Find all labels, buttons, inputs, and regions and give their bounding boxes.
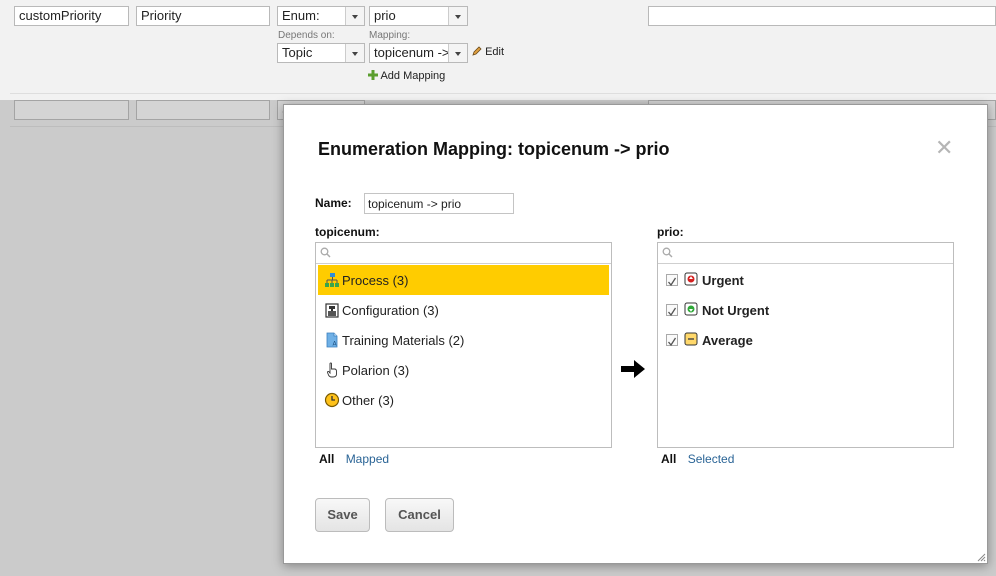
enum-select[interactable]: prio: [369, 6, 468, 26]
list-item-urgent[interactable]: Urgent: [660, 265, 951, 295]
list-item-polarion[interactable]: Polarion (3): [318, 355, 609, 385]
list-item-label: Not Urgent: [702, 302, 770, 318]
mapping-label: Mapping:: [369, 30, 411, 41]
checkbox-average[interactable]: [666, 334, 678, 347]
depends-on-label: Depends on:: [278, 30, 335, 41]
plus-icon: [368, 70, 378, 80]
name-input[interactable]: [364, 193, 514, 214]
chevron-down-icon: [448, 7, 467, 25]
filter-all-left[interactable]: All: [319, 452, 334, 466]
edit-label: Edit: [485, 46, 505, 58]
field-id-value: customPriority: [19, 8, 102, 23]
close-icon[interactable]: ✕: [935, 137, 953, 159]
left-search-input[interactable]: [316, 243, 611, 264]
cancel-button[interactable]: Cancel: [385, 498, 454, 532]
chevron-down-icon: [345, 44, 364, 62]
list-item-average[interactable]: Average: [660, 325, 951, 355]
priority-average-icon: [684, 332, 700, 348]
priority-up-icon: [684, 272, 700, 288]
checkmark-icon: [668, 277, 677, 287]
name-label: Name:: [315, 196, 352, 210]
enum-select-value: prio: [374, 8, 396, 23]
checkbox-urgent[interactable]: [666, 274, 678, 287]
enumeration-mapping-dialog: Enumeration Mapping: topicenum -> prio ✕…: [283, 104, 988, 564]
list-item-label: Other (3): [342, 392, 395, 408]
right-filter-bar: All Selected: [661, 452, 734, 466]
type-select[interactable]: Enum:: [277, 6, 365, 26]
edit-mapping-link[interactable]: Edit: [472, 46, 504, 58]
mapping-value: topicenum ->: [374, 45, 450, 60]
chevron-down-icon: [448, 44, 467, 62]
list-item-process[interactable]: Process (3): [318, 265, 609, 295]
process-icon: [324, 272, 340, 288]
right-search-input[interactable]: [658, 243, 953, 264]
list-item-not-urgent[interactable]: Not Urgent: [660, 295, 951, 325]
mapping-select[interactable]: topicenum ->: [369, 43, 468, 63]
right-enum-list: Urgent Not Urgent Average: [657, 242, 954, 448]
field-id-input[interactable]: customPriority: [14, 6, 129, 26]
add-mapping-link[interactable]: Add Mapping: [368, 70, 445, 82]
pencil-icon: [472, 46, 482, 56]
arrow-right-icon: [621, 360, 645, 378]
priority-down-icon: [684, 302, 700, 318]
dialog-title: Enumeration Mapping: topicenum -> prio: [318, 139, 670, 159]
left-panel-title: topicenum:: [315, 225, 380, 239]
checkmark-icon: [668, 307, 677, 317]
right-panel-title: prio:: [657, 225, 684, 239]
left-enum-list: Process (3) Configuration (3) A Training…: [315, 242, 612, 448]
field-name-value: Priority: [141, 8, 182, 23]
row-divider: [10, 93, 996, 94]
configuration-icon: [324, 302, 340, 318]
depends-on-select[interactable]: Topic: [277, 43, 365, 63]
pointing-hand-icon: [324, 362, 340, 378]
list-item-other[interactable]: Other (3): [318, 385, 609, 415]
field-name-input[interactable]: Priority: [136, 6, 270, 26]
filter-selected-link[interactable]: Selected: [688, 452, 735, 466]
list-item-training-materials[interactable]: A Training Materials (2): [318, 325, 609, 355]
list-item-label: Polarion (3): [342, 362, 410, 378]
left-filter-bar: All Mapped: [319, 452, 389, 466]
description-input[interactable]: [648, 6, 996, 26]
list-item-label: Urgent: [702, 272, 744, 288]
list-item-label: Configuration (3): [342, 302, 439, 318]
list-item-label: Process (3): [342, 272, 409, 288]
search-icon: [320, 247, 331, 258]
checkbox-not-urgent[interactable]: [666, 304, 678, 317]
clock-icon: [324, 392, 340, 408]
resize-grip-icon[interactable]: [976, 552, 986, 562]
list-item-label: Average: [702, 332, 753, 348]
filter-all-right[interactable]: All: [661, 452, 676, 466]
list-item-configuration[interactable]: Configuration (3): [318, 295, 609, 325]
filter-mapped-link[interactable]: Mapped: [346, 452, 389, 466]
search-icon: [662, 247, 673, 258]
depends-on-value: Topic: [282, 45, 313, 60]
document-icon: A: [324, 332, 340, 348]
save-button[interactable]: Save: [315, 498, 370, 532]
chevron-down-icon: [345, 7, 364, 25]
list-item-label: Training Materials (2): [342, 332, 465, 348]
add-mapping-label: Add Mapping: [380, 70, 446, 82]
type-select-value: Enum:: [282, 8, 320, 23]
checkmark-icon: [668, 337, 677, 347]
